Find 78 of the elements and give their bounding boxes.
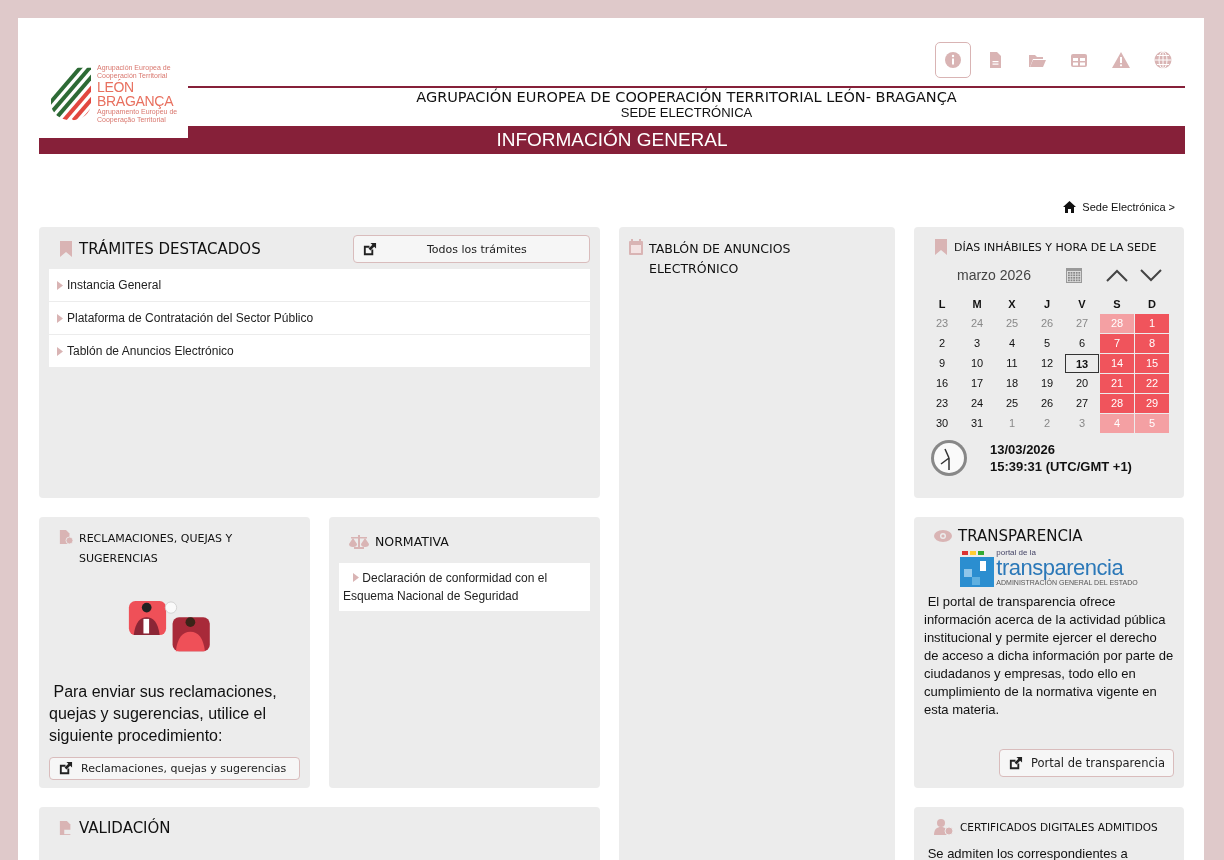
calendar-icon[interactable]: [1065, 266, 1083, 284]
card-title: DÍAS INHÁBILES Y HORA DE LA SEDE: [954, 240, 1157, 254]
current-date: 13/03/2026: [990, 441, 1057, 458]
triangle-icon: [57, 346, 63, 356]
calendar-day[interactable]: 12: [1030, 354, 1064, 373]
certificates-text: Se admiten los correspondientes a: [926, 845, 1129, 860]
calendar-day[interactable]: 5: [1030, 334, 1064, 353]
card-title: VALIDACIÓN: [79, 819, 171, 837]
card-title: TRÁMITES DESTACADOS: [79, 240, 261, 258]
chevron-up-icon[interactable]: [1105, 267, 1129, 283]
card-title: NORMATIVA: [375, 533, 449, 551]
calendar-day[interactable]: 10: [960, 354, 994, 373]
calendar-day[interactable]: 19: [1030, 374, 1064, 393]
home-icon: [1063, 201, 1077, 213]
bookmark-icon: [934, 239, 948, 255]
logo-caption: portal de la: [996, 549, 1037, 557]
current-time: 15:39:31 (UTC/GMT +1): [990, 458, 1132, 475]
weekday-label: S: [1112, 297, 1122, 312]
regulation-link[interactable]: Declaración de conformidad con el Esquema Nacional de Seguridad: [339, 563, 590, 611]
weekday-label: V: [1077, 297, 1087, 312]
weekday-label: M: [971, 297, 983, 312]
calendar-day[interactable]: 30: [925, 414, 959, 433]
calendar-day[interactable]: 25: [995, 394, 1029, 413]
card-title: TABLÓN DE ANUNCIOS ELECTRÓNICO: [649, 240, 792, 278]
card-title: TRANSPARENCIA: [958, 527, 1083, 545]
procedure-link[interactable]: Instancia General: [49, 269, 590, 301]
calendar-day[interactable]: 31: [960, 414, 994, 433]
weekday-label: D: [1147, 297, 1157, 312]
triangle-icon: [57, 280, 63, 290]
procedure-link[interactable]: Tablón de Anuncios Electrónico: [49, 335, 590, 367]
external-link-icon: [58, 761, 73, 776]
calendar-day[interactable]: 17: [960, 374, 994, 393]
calendar-day[interactable]: 11: [995, 354, 1029, 373]
card-title: RECLAMACIONES, QUEJAS Y SUGERENCIAS: [79, 531, 234, 567]
month-label: marzo 2026: [957, 267, 1032, 283]
weekday-label: X: [1007, 297, 1017, 312]
calendar-day[interactable]: 20: [1065, 374, 1099, 393]
pixel-mosaic-icon: [960, 551, 995, 587]
external-link-icon: [362, 241, 377, 257]
chevron-down-icon[interactable]: [1139, 267, 1163, 283]
calendar-day[interactable]: 2: [925, 334, 959, 353]
calendar-day[interactable]: 13: [1065, 354, 1099, 373]
eye-icon: [934, 528, 952, 544]
bookmark-icon: [59, 241, 73, 257]
transparency-button[interactable]: Portal de transparencia: [998, 749, 1174, 777]
complaints-button[interactable]: Reclamaciones, quejas y sugerencias: [49, 756, 300, 780]
logo-wordmark: BRAGANÇA: [97, 94, 175, 108]
card-title: CERTIFICADOS DIGITALES ADMITIDOS: [960, 821, 1158, 833]
site-subtitle: SEDE ELECTRÓNICA: [619, 106, 754, 120]
site-title: AGRUPACIÓN EUROPEA DE COOPERACIÓN TERRITORIAL LEÓN- BRAGANÇA: [415, 88, 958, 105]
weekday-label: J: [1042, 297, 1052, 312]
triangle-icon: [353, 573, 359, 582]
transparency-text: El portal de transparencia ofrece información acerca de la actividad pública institucional y permite ejercer el derecho de acceso a dicha información por parte de ciudadanos y empresas, todo ello en cumplimiento de la normativa vigente en esta materia.: [924, 593, 1174, 719]
calendar-day[interactable]: 27: [1065, 394, 1099, 413]
logo-wordmark: transparencia: [996, 557, 1125, 579]
calendar-day[interactable]: 23: [925, 394, 959, 413]
procedure-link[interactable]: Plataforma de Contratación del Sector Público: [49, 302, 590, 334]
clock-icon: [930, 439, 968, 477]
triangle-icon: [57, 313, 63, 323]
logo-wordmark: LEÓN: [97, 80, 134, 94]
calendar-day[interactable]: 4: [995, 334, 1029, 353]
calendar-day[interactable]: 3: [960, 334, 994, 353]
weekday-label: L: [937, 297, 947, 312]
calendar-icon: [629, 239, 643, 255]
complaints-text: Para enviar sus reclamaciones, quejas y sugerencias, utilice el siguiente procedimiento:: [49, 681, 278, 746]
calendar-day[interactable]: 18: [995, 374, 1029, 393]
calendar-day[interactable]: 24: [960, 394, 994, 413]
all-procedures-button[interactable]: Todos los trámites: [353, 235, 590, 263]
user-icon: [934, 819, 954, 835]
calendar-day[interactable]: 6: [1065, 334, 1099, 353]
calendar-day[interactable]: 9: [925, 354, 959, 373]
calendar-day[interactable]: 16: [925, 374, 959, 393]
external-link-icon: [1007, 755, 1023, 771]
info-icon[interactable]: [935, 42, 971, 78]
breadcrumb-link[interactable]: Sede Electrónica >: [1082, 201, 1175, 213]
calendar-day[interactable]: 26: [1030, 394, 1064, 413]
banner-title: INFORMACIÓN GENERAL: [496, 129, 728, 151]
scales-icon: [349, 534, 369, 550]
